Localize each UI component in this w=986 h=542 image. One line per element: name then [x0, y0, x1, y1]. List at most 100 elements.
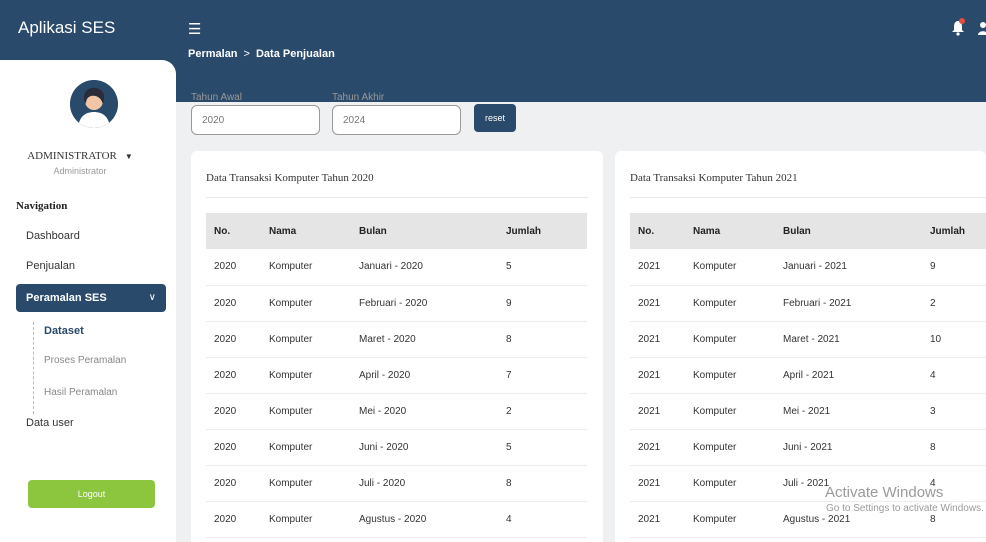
- table-row: 2021 Komputer Januari - 2021 9: [630, 249, 986, 286]
- reset-button[interactable]: reset: [474, 104, 516, 132]
- chevron-down-icon: ∨: [148, 292, 156, 303]
- sidebar-item-dashboard[interactable]: Dashboard: [26, 230, 80, 242]
- table-cell: 2021: [630, 357, 685, 394]
- data-table-2020: No. Nama Bulan Jumlah 2020 Komputer Januar…: [206, 213, 587, 538]
- table-cell: 2: [922, 285, 986, 322]
- table-cell: Komputer: [261, 285, 351, 322]
- table-cell: Juni - 2021: [775, 429, 922, 466]
- caret-down-icon[interactable]: ▼: [125, 152, 133, 161]
- table-row: 2021 Komputer Februari - 2021 2: [630, 285, 986, 322]
- user-avatar-icon: [70, 80, 118, 128]
- table-cell: Komputer: [685, 429, 775, 466]
- sidebar-subitem-hasil-peramalan[interactable]: Hasil Peramalan: [44, 387, 117, 398]
- avatar[interactable]: [70, 80, 118, 128]
- table-cell: Komputer: [685, 249, 775, 286]
- column-header: Jumlah: [498, 213, 587, 249]
- table-cell: Komputer: [685, 501, 775, 538]
- table-cell: 8: [922, 429, 986, 466]
- table-cell: April - 2021: [775, 357, 922, 394]
- table-cell: April - 2020: [351, 357, 498, 394]
- table-cell: Komputer: [685, 357, 775, 394]
- table-cell: Februari - 2020: [351, 285, 498, 322]
- table-cell: 2020: [206, 465, 261, 502]
- table-cell: Komputer: [685, 321, 775, 358]
- table-cell: Juni - 2020: [351, 429, 498, 466]
- sidebar-item-data-user[interactable]: Data user: [26, 417, 74, 429]
- activation-watermark-subtitle: Go to Settings to activate Windows.: [826, 503, 984, 514]
- table-row: 2020 Komputer Mei - 2020 2: [206, 393, 587, 430]
- table-card-2020: Data Transaksi Komputer Tahun 2020 No. N…: [191, 151, 603, 542]
- table-cell: Komputer: [685, 393, 775, 430]
- table-cell: Januari - 2021: [775, 249, 922, 286]
- table-cell: 2020: [206, 429, 261, 466]
- table-cell: 2021: [630, 501, 685, 538]
- table-cell: Komputer: [261, 321, 351, 358]
- table-cell: 2020: [206, 249, 261, 286]
- table-cell: 9: [498, 285, 587, 322]
- table-cell: 2021: [630, 393, 685, 430]
- end-year-label: Tahun Akhir: [332, 92, 385, 103]
- column-header: Nama: [685, 213, 775, 249]
- sidebar-item-penjualan[interactable]: Penjualan: [26, 260, 75, 272]
- table-cell: 4: [922, 357, 986, 394]
- column-header: Bulan: [775, 213, 922, 249]
- table-cell: 2020: [206, 357, 261, 394]
- table-cell: 5: [498, 429, 587, 466]
- table-cell: 8: [498, 465, 587, 502]
- card-title: Data Transaksi Komputer Tahun 2020: [206, 172, 374, 184]
- table-cell: Komputer: [261, 357, 351, 394]
- table-cell: 2021: [630, 321, 685, 358]
- table-row: 2020 Komputer Februari - 2020 9: [206, 285, 587, 322]
- activation-watermark-title: Activate Windows: [825, 484, 944, 501]
- breadcrumb-parent[interactable]: Permalan: [188, 48, 238, 60]
- sidebar-item-peramalan-ses[interactable]: Peramalan SES ∨: [16, 284, 166, 312]
- table-cell: Komputer: [261, 465, 351, 502]
- user-menu-icon[interactable]: [978, 21, 986, 35]
- table-cell: Komputer: [261, 393, 351, 430]
- table-cell: Januari - 2020: [351, 249, 498, 286]
- submenu-guide-line: [33, 322, 34, 414]
- table-header-row: No. Nama Bulan Jumlah: [206, 213, 587, 249]
- logout-button[interactable]: Logout: [28, 480, 155, 508]
- table-cell: 4: [498, 501, 587, 538]
- breadcrumb-current: Data Penjualan: [255, 48, 335, 60]
- table-cell: 2020: [206, 285, 261, 322]
- table-row: 2021 Komputer Maret - 2021 10: [630, 321, 986, 358]
- column-header: Jumlah: [922, 213, 986, 249]
- menu-toggle-icon[interactable]: ☰: [188, 20, 201, 38]
- column-header: No.: [206, 213, 261, 249]
- sidebar-subitem-proses-peramalan[interactable]: Proses Peramalan: [44, 355, 126, 366]
- table-cell: Komputer: [261, 501, 351, 538]
- table-cell: 10: [922, 321, 986, 358]
- table-cell: Komputer: [685, 465, 775, 502]
- table-cell: Komputer: [261, 249, 351, 286]
- card-title: Data Transaksi Komputer Tahun 2021: [630, 172, 798, 184]
- table-row: 2020 Komputer Januari - 2020 5: [206, 249, 587, 286]
- end-year-input[interactable]: 2024: [332, 105, 461, 135]
- start-year-input[interactable]: 2020: [191, 105, 320, 135]
- table-cell: Juli - 2020: [351, 465, 498, 502]
- breadcrumb-separator: >: [243, 48, 250, 60]
- table-cell: Maret - 2021: [775, 321, 922, 358]
- sidebar-subitem-dataset[interactable]: Dataset: [44, 325, 84, 337]
- column-header: Nama: [261, 213, 351, 249]
- table-cell: 2021: [630, 249, 685, 286]
- table-row: 2020 Komputer April - 2020 7: [206, 357, 587, 394]
- breadcrumb: Permalan > Data Penjualan: [188, 48, 335, 60]
- column-header: Bulan: [351, 213, 498, 249]
- app-title: Aplikasi SES: [0, 0, 176, 60]
- table-cell: 2021: [630, 285, 685, 322]
- table-cell: 2021: [630, 465, 685, 502]
- sidebar: ADMINISTRATOR ▼ Administrator Navigation …: [0, 60, 176, 542]
- table-row: 2020 Komputer Maret - 2020 8: [206, 321, 587, 358]
- table-cell: 2020: [206, 501, 261, 538]
- table-row: 2021 Komputer Juni - 2021 8: [630, 429, 986, 466]
- table-cell: Agustus - 2020: [351, 501, 498, 538]
- user-name[interactable]: ADMINISTRATOR ▼: [0, 150, 160, 162]
- nav-heading: Navigation: [16, 200, 68, 212]
- card-divider: [206, 197, 588, 198]
- table-cell: 7: [498, 357, 587, 394]
- table-cell: Februari - 2021: [775, 285, 922, 322]
- table-cell: 2020: [206, 393, 261, 430]
- table-row: 2020 Komputer Agustus - 2020 4: [206, 501, 587, 538]
